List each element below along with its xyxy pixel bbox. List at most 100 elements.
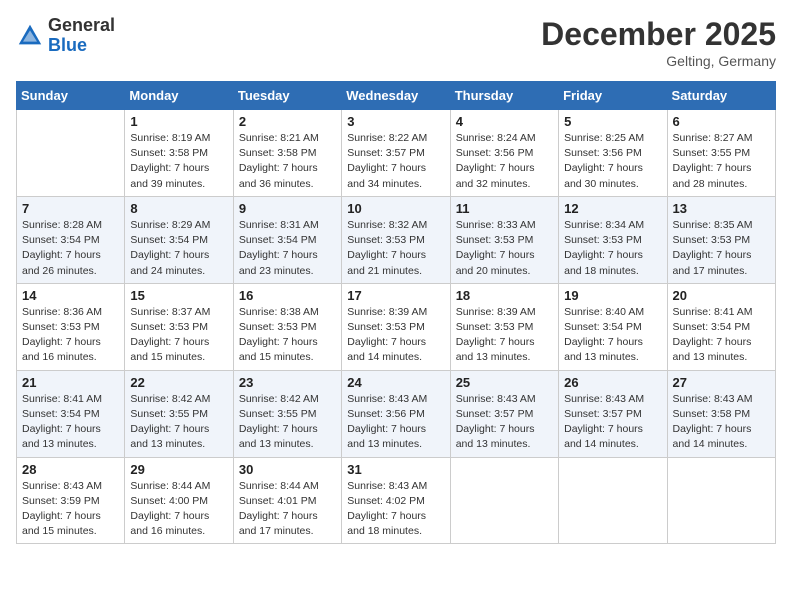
- calendar-cell: 21 Sunrise: 8:41 AM Sunset: 3:54 PM Dayli…: [17, 370, 125, 457]
- day-number: 17: [347, 288, 444, 303]
- day-number: 10: [347, 201, 444, 216]
- day-info: Sunrise: 8:31 AM Sunset: 3:54 PM Dayligh…: [239, 218, 336, 279]
- day-number: 18: [456, 288, 553, 303]
- page-header: General Blue December 2025 Gelting, Germ…: [16, 16, 776, 69]
- calendar-cell: 3 Sunrise: 8:22 AM Sunset: 3:57 PM Daylig…: [342, 110, 450, 197]
- day-info: Sunrise: 8:37 AM Sunset: 3:53 PM Dayligh…: [130, 305, 227, 366]
- calendar-cell: 18 Sunrise: 8:39 AM Sunset: 3:53 PM Dayli…: [450, 283, 558, 370]
- calendar-cell: 17 Sunrise: 8:39 AM Sunset: 3:53 PM Dayli…: [342, 283, 450, 370]
- calendar-week-row: 1 Sunrise: 8:19 AM Sunset: 3:58 PM Daylig…: [17, 110, 776, 197]
- day-info: Sunrise: 8:43 AM Sunset: 3:57 PM Dayligh…: [456, 392, 553, 453]
- calendar-cell: 8Sunrise: 8:29 AM Sunset: 3:54 PM Daylig…: [125, 196, 233, 283]
- day-info: Sunrise: 8:24 AM Sunset: 3:56 PM Dayligh…: [456, 131, 553, 192]
- calendar-cell: [450, 457, 558, 544]
- calendar-cell: [17, 110, 125, 197]
- calendar-cell: [559, 457, 667, 544]
- header-saturday: Saturday: [667, 82, 775, 110]
- month-title: December 2025: [541, 16, 776, 53]
- day-info: Sunrise: 8:39 AM Sunset: 3:53 PM Dayligh…: [347, 305, 444, 366]
- calendar-cell: 16 Sunrise: 8:38 AM Sunset: 3:53 PM Dayli…: [233, 283, 341, 370]
- calendar-cell: 30 Sunrise: 8:44 AM Sunset: 4:01 PM Dayli…: [233, 457, 341, 544]
- calendar-week-row: 28Sunrise: 8:43 AM Sunset: 3:59 PM Dayli…: [17, 457, 776, 544]
- calendar-cell: 31 Sunrise: 8:43 AM Sunset: 4:02 PM Dayli…: [342, 457, 450, 544]
- day-info: Sunrise: 8:43 AM Sunset: 3:59 PM Dayligh…: [22, 479, 119, 540]
- calendar-cell: 23Sunrise: 8:42 AM Sunset: 3:55 PM Dayli…: [233, 370, 341, 457]
- day-info: Sunrise: 8:43 AM Sunset: 3:58 PM Dayligh…: [673, 392, 770, 453]
- calendar-table: SundayMondayTuesdayWednesdayThursdayFrid…: [16, 81, 776, 544]
- calendar-cell: 6 Sunrise: 8:27 AM Sunset: 3:55 PM Daylig…: [667, 110, 775, 197]
- calendar-cell: 14Sunrise: 8:36 AM Sunset: 3:53 PM Dayli…: [17, 283, 125, 370]
- day-number: 2: [239, 114, 336, 129]
- header-friday: Friday: [559, 82, 667, 110]
- logo-blue-text: Blue: [48, 35, 87, 55]
- day-number: 24: [347, 375, 444, 390]
- calendar-cell: 10 Sunrise: 8:32 AM Sunset: 3:53 PM Dayli…: [342, 196, 450, 283]
- day-info: Sunrise: 8:43 AM Sunset: 4:02 PM Dayligh…: [347, 479, 444, 540]
- day-info: Sunrise: 8:41 AM Sunset: 3:54 PM Dayligh…: [673, 305, 770, 366]
- header-tuesday: Tuesday: [233, 82, 341, 110]
- day-info: Sunrise: 8:22 AM Sunset: 3:57 PM Dayligh…: [347, 131, 444, 192]
- day-number: 15: [130, 288, 227, 303]
- day-number: 3: [347, 114, 444, 129]
- day-number: 13: [673, 201, 770, 216]
- day-info: Sunrise: 8:39 AM Sunset: 3:53 PM Dayligh…: [456, 305, 553, 366]
- day-info: Sunrise: 8:42 AM Sunset: 3:55 PM Dayligh…: [130, 392, 227, 453]
- day-info: Sunrise: 8:42 AM Sunset: 3:55 PM Dayligh…: [239, 392, 336, 453]
- day-number: 30: [239, 462, 336, 477]
- calendar-cell: 4 Sunrise: 8:24 AM Sunset: 3:56 PM Daylig…: [450, 110, 558, 197]
- calendar-cell: 7 Sunrise: 8:28 AM Sunset: 3:54 PM Daylig…: [17, 196, 125, 283]
- day-number: 7: [22, 201, 119, 216]
- calendar-week-row: 14Sunrise: 8:36 AM Sunset: 3:53 PM Dayli…: [17, 283, 776, 370]
- header-monday: Monday: [125, 82, 233, 110]
- day-info: Sunrise: 8:25 AM Sunset: 3:56 PM Dayligh…: [564, 131, 661, 192]
- day-number: 9: [239, 201, 336, 216]
- calendar-cell: 9 Sunrise: 8:31 AM Sunset: 3:54 PM Daylig…: [233, 196, 341, 283]
- day-number: 31: [347, 462, 444, 477]
- day-number: 6: [673, 114, 770, 129]
- day-number: 25: [456, 375, 553, 390]
- day-info: Sunrise: 8:32 AM Sunset: 3:53 PM Dayligh…: [347, 218, 444, 279]
- calendar-cell: 15 Sunrise: 8:37 AM Sunset: 3:53 PM Dayli…: [125, 283, 233, 370]
- day-info: Sunrise: 8:44 AM Sunset: 4:00 PM Dayligh…: [130, 479, 227, 540]
- day-info: Sunrise: 8:41 AM Sunset: 3:54 PM Dayligh…: [22, 392, 119, 453]
- calendar-cell: [667, 457, 775, 544]
- calendar-cell: 22 Sunrise: 8:42 AM Sunset: 3:55 PM Dayli…: [125, 370, 233, 457]
- calendar-cell: 5 Sunrise: 8:25 AM Sunset: 3:56 PM Daylig…: [559, 110, 667, 197]
- day-number: 19: [564, 288, 661, 303]
- day-number: 4: [456, 114, 553, 129]
- calendar-cell: 19 Sunrise: 8:40 AM Sunset: 3:54 PM Dayli…: [559, 283, 667, 370]
- day-number: 21: [22, 375, 119, 390]
- day-info: Sunrise: 8:27 AM Sunset: 3:55 PM Dayligh…: [673, 131, 770, 192]
- logo: General Blue: [16, 16, 115, 56]
- day-info: Sunrise: 8:36 AM Sunset: 3:53 PM Dayligh…: [22, 305, 119, 366]
- logo-icon: [16, 22, 44, 50]
- day-info: Sunrise: 8:40 AM Sunset: 3:54 PM Dayligh…: [564, 305, 661, 366]
- logo-general-text: General: [48, 15, 115, 35]
- calendar-cell: 20Sunrise: 8:41 AM Sunset: 3:54 PM Dayli…: [667, 283, 775, 370]
- day-number: 27: [673, 375, 770, 390]
- location-label: Gelting, Germany: [541, 53, 776, 69]
- calendar-cell: 27 Sunrise: 8:43 AM Sunset: 3:58 PM Dayli…: [667, 370, 775, 457]
- calendar-week-row: 21 Sunrise: 8:41 AM Sunset: 3:54 PM Dayli…: [17, 370, 776, 457]
- day-number: 16: [239, 288, 336, 303]
- day-number: 5: [564, 114, 661, 129]
- day-info: Sunrise: 8:43 AM Sunset: 3:56 PM Dayligh…: [347, 392, 444, 453]
- day-info: Sunrise: 8:44 AM Sunset: 4:01 PM Dayligh…: [239, 479, 336, 540]
- calendar-cell: 11Sunrise: 8:33 AM Sunset: 3:53 PM Dayli…: [450, 196, 558, 283]
- day-info: Sunrise: 8:29 AM Sunset: 3:54 PM Dayligh…: [130, 218, 227, 279]
- calendar-cell: 1 Sunrise: 8:19 AM Sunset: 3:58 PM Daylig…: [125, 110, 233, 197]
- day-number: 26: [564, 375, 661, 390]
- day-info: Sunrise: 8:34 AM Sunset: 3:53 PM Dayligh…: [564, 218, 661, 279]
- day-info: Sunrise: 8:43 AM Sunset: 3:57 PM Dayligh…: [564, 392, 661, 453]
- day-number: 11: [456, 201, 553, 216]
- calendar-cell: 25 Sunrise: 8:43 AM Sunset: 3:57 PM Dayli…: [450, 370, 558, 457]
- day-info: Sunrise: 8:38 AM Sunset: 3:53 PM Dayligh…: [239, 305, 336, 366]
- calendar-cell: 29Sunrise: 8:44 AM Sunset: 4:00 PM Dayli…: [125, 457, 233, 544]
- day-info: Sunrise: 8:28 AM Sunset: 3:54 PM Dayligh…: [22, 218, 119, 279]
- calendar-cell: 13Sunrise: 8:35 AM Sunset: 3:53 PM Dayli…: [667, 196, 775, 283]
- header-wednesday: Wednesday: [342, 82, 450, 110]
- day-number: 22: [130, 375, 227, 390]
- day-number: 1: [130, 114, 227, 129]
- day-number: 12: [564, 201, 661, 216]
- day-info: Sunrise: 8:19 AM Sunset: 3:58 PM Dayligh…: [130, 131, 227, 192]
